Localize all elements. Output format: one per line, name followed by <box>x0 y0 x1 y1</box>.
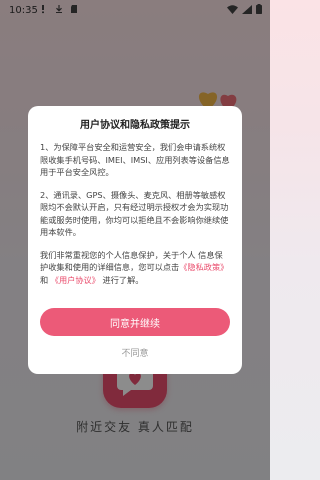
paragraph-3-end: 进行了解。 <box>99 274 144 285</box>
dialog-paragraph-1: 1、为保障平台安全和运营安全，我们会申请系统权限收集手机号码、IMEI、IMSI… <box>40 142 230 177</box>
dialog-paragraph-3: 我们非常重视您的个人信息保护，关于个人 信息保护收集和使用的详细信息，您可以点击… <box>40 249 230 287</box>
user-agreement-link[interactable]: 《用户协议》 <box>51 275 100 285</box>
dialog-title: 用户协议和隐私政策提示 <box>80 120 190 131</box>
and-text: 和 <box>40 274 51 285</box>
agree-continue-button[interactable]: 同意并继续 <box>40 308 230 336</box>
privacy-policy-link[interactable]: 《隐私政策》 <box>179 262 228 272</box>
dialog-paragraph-2: 2、通讯录、GPS、摄像头、麦克风、相册等敏感权限均不会默认开启，只有经过明示授… <box>40 189 229 238</box>
disagree-button[interactable]: 不同意 <box>28 346 242 359</box>
privacy-dialog: 用户协议和隐私政策提示 1、为保障平台安全和运营安全，我们会申请系统权限收集手机… <box>28 106 242 374</box>
